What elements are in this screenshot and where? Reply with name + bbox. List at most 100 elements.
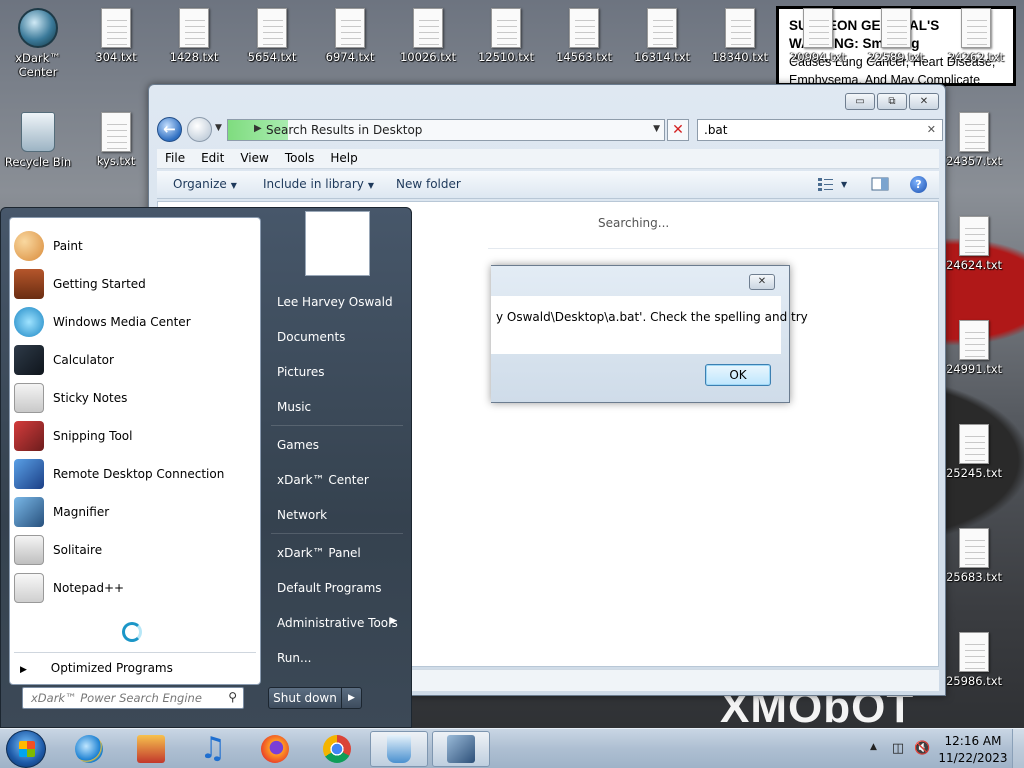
taskbar-chrome[interactable] bbox=[308, 731, 366, 767]
close-button[interactable]: ✕ bbox=[909, 93, 939, 110]
start-link-administrative-tools[interactable]: Administrative Tools ▶ bbox=[269, 609, 407, 639]
all-programs-button[interactable]: ▶ Optimized Programs bbox=[20, 661, 173, 675]
desktop-file-icon[interactable]: 5654.txt bbox=[236, 8, 308, 64]
maximize-button[interactable]: ⧉ bbox=[877, 93, 907, 110]
menu-help[interactable]: Help bbox=[322, 149, 365, 168]
start-link-user[interactable]: Lee Harvey Oswald bbox=[269, 288, 407, 318]
program-calculator[interactable]: Calculator bbox=[14, 342, 258, 378]
program-notepad-plus-plus[interactable]: Notepad++ bbox=[14, 570, 258, 606]
network-computer-icon bbox=[447, 735, 475, 763]
desktop-file-icon[interactable]: 25683.txt bbox=[938, 528, 1010, 584]
start-search-input[interactable]: xDark™ Power Search Engine ⚲ bbox=[22, 687, 244, 709]
xdark-center-icon bbox=[18, 8, 58, 48]
start-link-run[interactable]: Run... bbox=[269, 644, 407, 674]
desktop-file-icon[interactable]: 10026.txt bbox=[392, 8, 464, 64]
notepad-icon bbox=[14, 573, 44, 603]
desktop-file-icon[interactable]: 24357.txt bbox=[938, 112, 1010, 168]
shutdown-options-button[interactable]: ▶ bbox=[341, 687, 362, 709]
organize-button[interactable]: Organize ▼ bbox=[173, 177, 237, 191]
include-in-library-button[interactable]: Include in library ▼ bbox=[263, 177, 374, 191]
menu-edit[interactable]: Edit bbox=[193, 149, 232, 168]
recent-pages-dropdown[interactable]: ▼ bbox=[215, 123, 222, 133]
desktop-icon-xdark-center[interactable]: xDark™ Center bbox=[2, 8, 74, 79]
user-picture[interactable] bbox=[305, 211, 370, 276]
start-button[interactable] bbox=[6, 730, 46, 768]
remote-desktop-icon bbox=[14, 459, 44, 489]
clear-search-icon[interactable]: ✕ bbox=[927, 123, 936, 136]
program-magnifier[interactable]: Magnifier bbox=[14, 494, 258, 530]
ok-button[interactable]: OK bbox=[705, 364, 771, 386]
desktop-file-icon[interactable]: 24262.txt bbox=[940, 8, 1012, 64]
program-windows-media-center[interactable]: Windows Media Center bbox=[14, 304, 258, 340]
desktop-file-icon[interactable]: 25245.txt bbox=[938, 424, 1010, 480]
preview-pane-icon[interactable] bbox=[871, 176, 889, 192]
address-bar[interactable]: ▶ Search Results in Desktop ▼ bbox=[227, 119, 665, 141]
program-solitaire[interactable]: Solitaire bbox=[14, 532, 258, 568]
desktop-file-icon[interactable]: 12510.txt bbox=[470, 8, 542, 64]
search-icon[interactable]: ⚲ bbox=[228, 690, 237, 704]
stop-search-button[interactable]: ✕ bbox=[667, 119, 689, 141]
menu-file[interactable]: File bbox=[157, 149, 193, 168]
desktop-file-icon[interactable]: 18340.txt bbox=[704, 8, 776, 64]
change-view-icon[interactable] bbox=[817, 176, 835, 192]
desktop-file-icon[interactable]: 24991.txt bbox=[938, 320, 1010, 376]
getting-started-icon bbox=[14, 269, 44, 299]
shutdown-button[interactable]: Shut down bbox=[268, 687, 342, 709]
start-link-default-programs[interactable]: Default Programs bbox=[269, 574, 407, 604]
desktop-file-icon[interactable]: 25986.txt bbox=[938, 632, 1010, 688]
text-file-icon bbox=[961, 8, 991, 48]
back-button[interactable]: ← bbox=[157, 117, 182, 142]
taskbar-explorer-window[interactable] bbox=[432, 731, 490, 767]
start-link-xdark-panel[interactable]: xDark™ Panel bbox=[269, 539, 407, 569]
desktop-file-icon[interactable]: 22589.txt bbox=[860, 8, 932, 64]
forward-button[interactable] bbox=[187, 117, 212, 142]
desktop-file-icon[interactable]: 6974.txt bbox=[314, 8, 386, 64]
desktop-file-icon[interactable]: 24624.txt bbox=[938, 216, 1010, 272]
program-remote-desktop[interactable]: Remote Desktop Connection bbox=[14, 456, 258, 492]
searching-status: Searching... bbox=[598, 216, 670, 230]
desktop-file-icon[interactable]: 14563.txt bbox=[548, 8, 620, 64]
program-getting-started[interactable]: Getting Started bbox=[14, 266, 258, 302]
program-paint[interactable]: Paint bbox=[14, 228, 258, 264]
new-folder-button[interactable]: New folder bbox=[396, 177, 461, 191]
taskbar-internet-explorer[interactable] bbox=[60, 731, 118, 767]
start-link-network[interactable]: Network bbox=[269, 501, 407, 531]
desktop-file-icon[interactable]: 304.txt bbox=[80, 8, 152, 64]
desktop-file-icon[interactable]: 1428.txt bbox=[158, 8, 230, 64]
start-link-xdark-center[interactable]: xDark™ Center bbox=[269, 466, 407, 496]
taskbar-firefox[interactable] bbox=[246, 731, 304, 767]
start-link-games[interactable]: Games bbox=[269, 431, 407, 461]
taskbar-recycle-bin[interactable] bbox=[370, 731, 428, 767]
minimize-button[interactable]: ▭ bbox=[845, 93, 875, 110]
network-tray-icon[interactable]: ◫ bbox=[890, 741, 906, 757]
chevron-down-icon[interactable]: ▼ bbox=[653, 124, 660, 134]
show-desktop-button[interactable] bbox=[1012, 729, 1024, 768]
program-snipping-tool[interactable]: Snipping Tool bbox=[14, 418, 258, 454]
clock[interactable]: 12:16 AM 11/22/2023 bbox=[938, 733, 1008, 767]
desktop-file-icon[interactable]: 16314.txt bbox=[626, 8, 698, 64]
chevron-down-icon: ▼ bbox=[230, 181, 237, 190]
show-hidden-icons-button[interactable]: ▲ bbox=[870, 742, 877, 752]
menu-tools[interactable]: Tools bbox=[277, 149, 323, 168]
start-link-documents[interactable]: Documents bbox=[269, 323, 407, 353]
help-icon[interactable]: ? bbox=[910, 176, 927, 193]
paint-icon bbox=[14, 231, 44, 261]
volume-muted-icon[interactable]: 🔇 bbox=[914, 741, 930, 757]
divider bbox=[14, 652, 256, 653]
program-sticky-notes[interactable]: Sticky Notes bbox=[14, 380, 258, 416]
desktop-file-icon[interactable]: 20994.txt bbox=[782, 8, 854, 64]
taskbar: ♫ ▲ ◫ 🔇 12:16 AM 11/22/2023 bbox=[0, 728, 1024, 768]
desktop-icon-recycle-bin[interactable]: Recycle Bin bbox=[2, 112, 74, 169]
search-input[interactable]: .bat ✕ bbox=[697, 119, 943, 141]
taskbar-music[interactable]: ♫ bbox=[184, 731, 242, 767]
menu-view[interactable]: View bbox=[232, 149, 276, 168]
dialog-close-button[interactable]: ✕ bbox=[749, 274, 775, 290]
taskbar-store[interactable] bbox=[122, 731, 180, 767]
desktop-file-icon[interactable]: kys.txt bbox=[80, 112, 152, 168]
start-link-music[interactable]: Music bbox=[269, 393, 407, 423]
text-file-icon bbox=[491, 8, 521, 48]
start-link-pictures[interactable]: Pictures bbox=[269, 358, 407, 388]
clock-time: 12:16 AM bbox=[944, 734, 1002, 748]
view-options-chevron-icon[interactable]: ▼ bbox=[841, 180, 847, 189]
text-file-icon bbox=[959, 216, 989, 256]
